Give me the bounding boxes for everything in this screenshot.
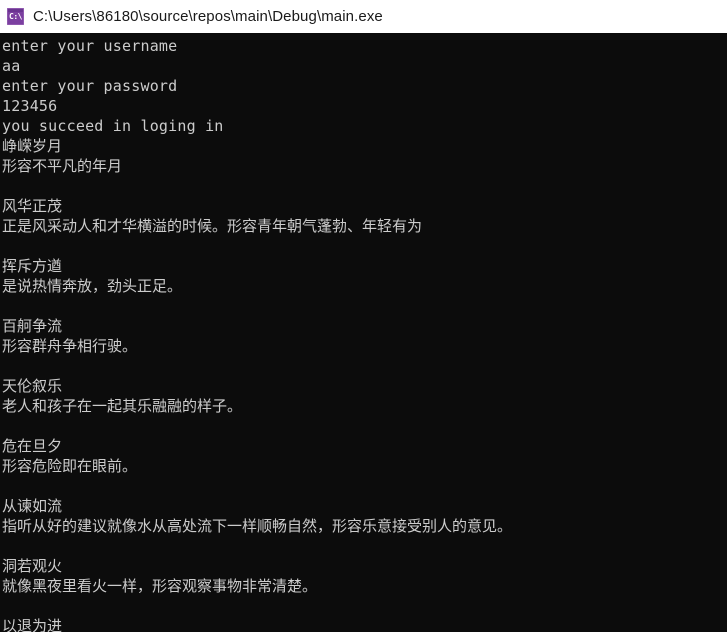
console-line: 百舸争流: [2, 317, 63, 335]
console-line: 天伦叙乐: [2, 377, 63, 395]
console-line: 从谏如流: [2, 497, 63, 515]
console-line: 形容群舟争相行驶。: [2, 337, 138, 355]
console-line: 危在旦夕: [2, 437, 63, 455]
console-line: 正是风采动人和才华横溢的时候。形容青年朝气蓬勃、年轻有为: [2, 217, 423, 235]
console-icon-prompt-glyph: C:\: [9, 12, 22, 21]
console-line: enter your password: [2, 77, 178, 95]
console-line: 洞若观火: [2, 557, 63, 575]
console-line: 峥嵘岁月: [2, 137, 63, 155]
console-window: C:\ C:\Users\86180\source\repos\main\Deb…: [0, 0, 727, 632]
console-line: enter your username: [2, 37, 178, 55]
console-line: 形容危险即在眼前。: [2, 457, 138, 475]
console-line: 老人和孩子在一起其乐融融的样子。: [2, 397, 243, 415]
console-line: 123456: [2, 97, 58, 115]
console-line: you succeed in loging in: [2, 117, 224, 135]
console-line: 挥斥方遒: [2, 257, 63, 275]
console-line: 是说热情奔放，劲头正足。: [2, 277, 183, 295]
console-output-area[interactable]: enter your username aa enter your password…: [0, 33, 727, 632]
console-line: 形容不平凡的年月: [2, 157, 123, 175]
console-line: aa: [2, 57, 21, 75]
console-line: 风华正茂: [2, 197, 63, 215]
window-title: C:\Users\86180\source\repos\main\Debug\m…: [33, 7, 383, 25]
console-line: 就像黑夜里看火一样，形容观察事物非常清楚。: [2, 577, 318, 595]
console-line: 指听从好的建议就像水从高处流下一样顺畅自然，形容乐意接受别人的意见。: [2, 517, 513, 535]
console-app-icon: C:\: [7, 7, 24, 25]
console-line: 以退为进: [2, 617, 63, 632]
window-titlebar[interactable]: C:\ C:\Users\86180\source\repos\main\Deb…: [0, 0, 727, 33]
